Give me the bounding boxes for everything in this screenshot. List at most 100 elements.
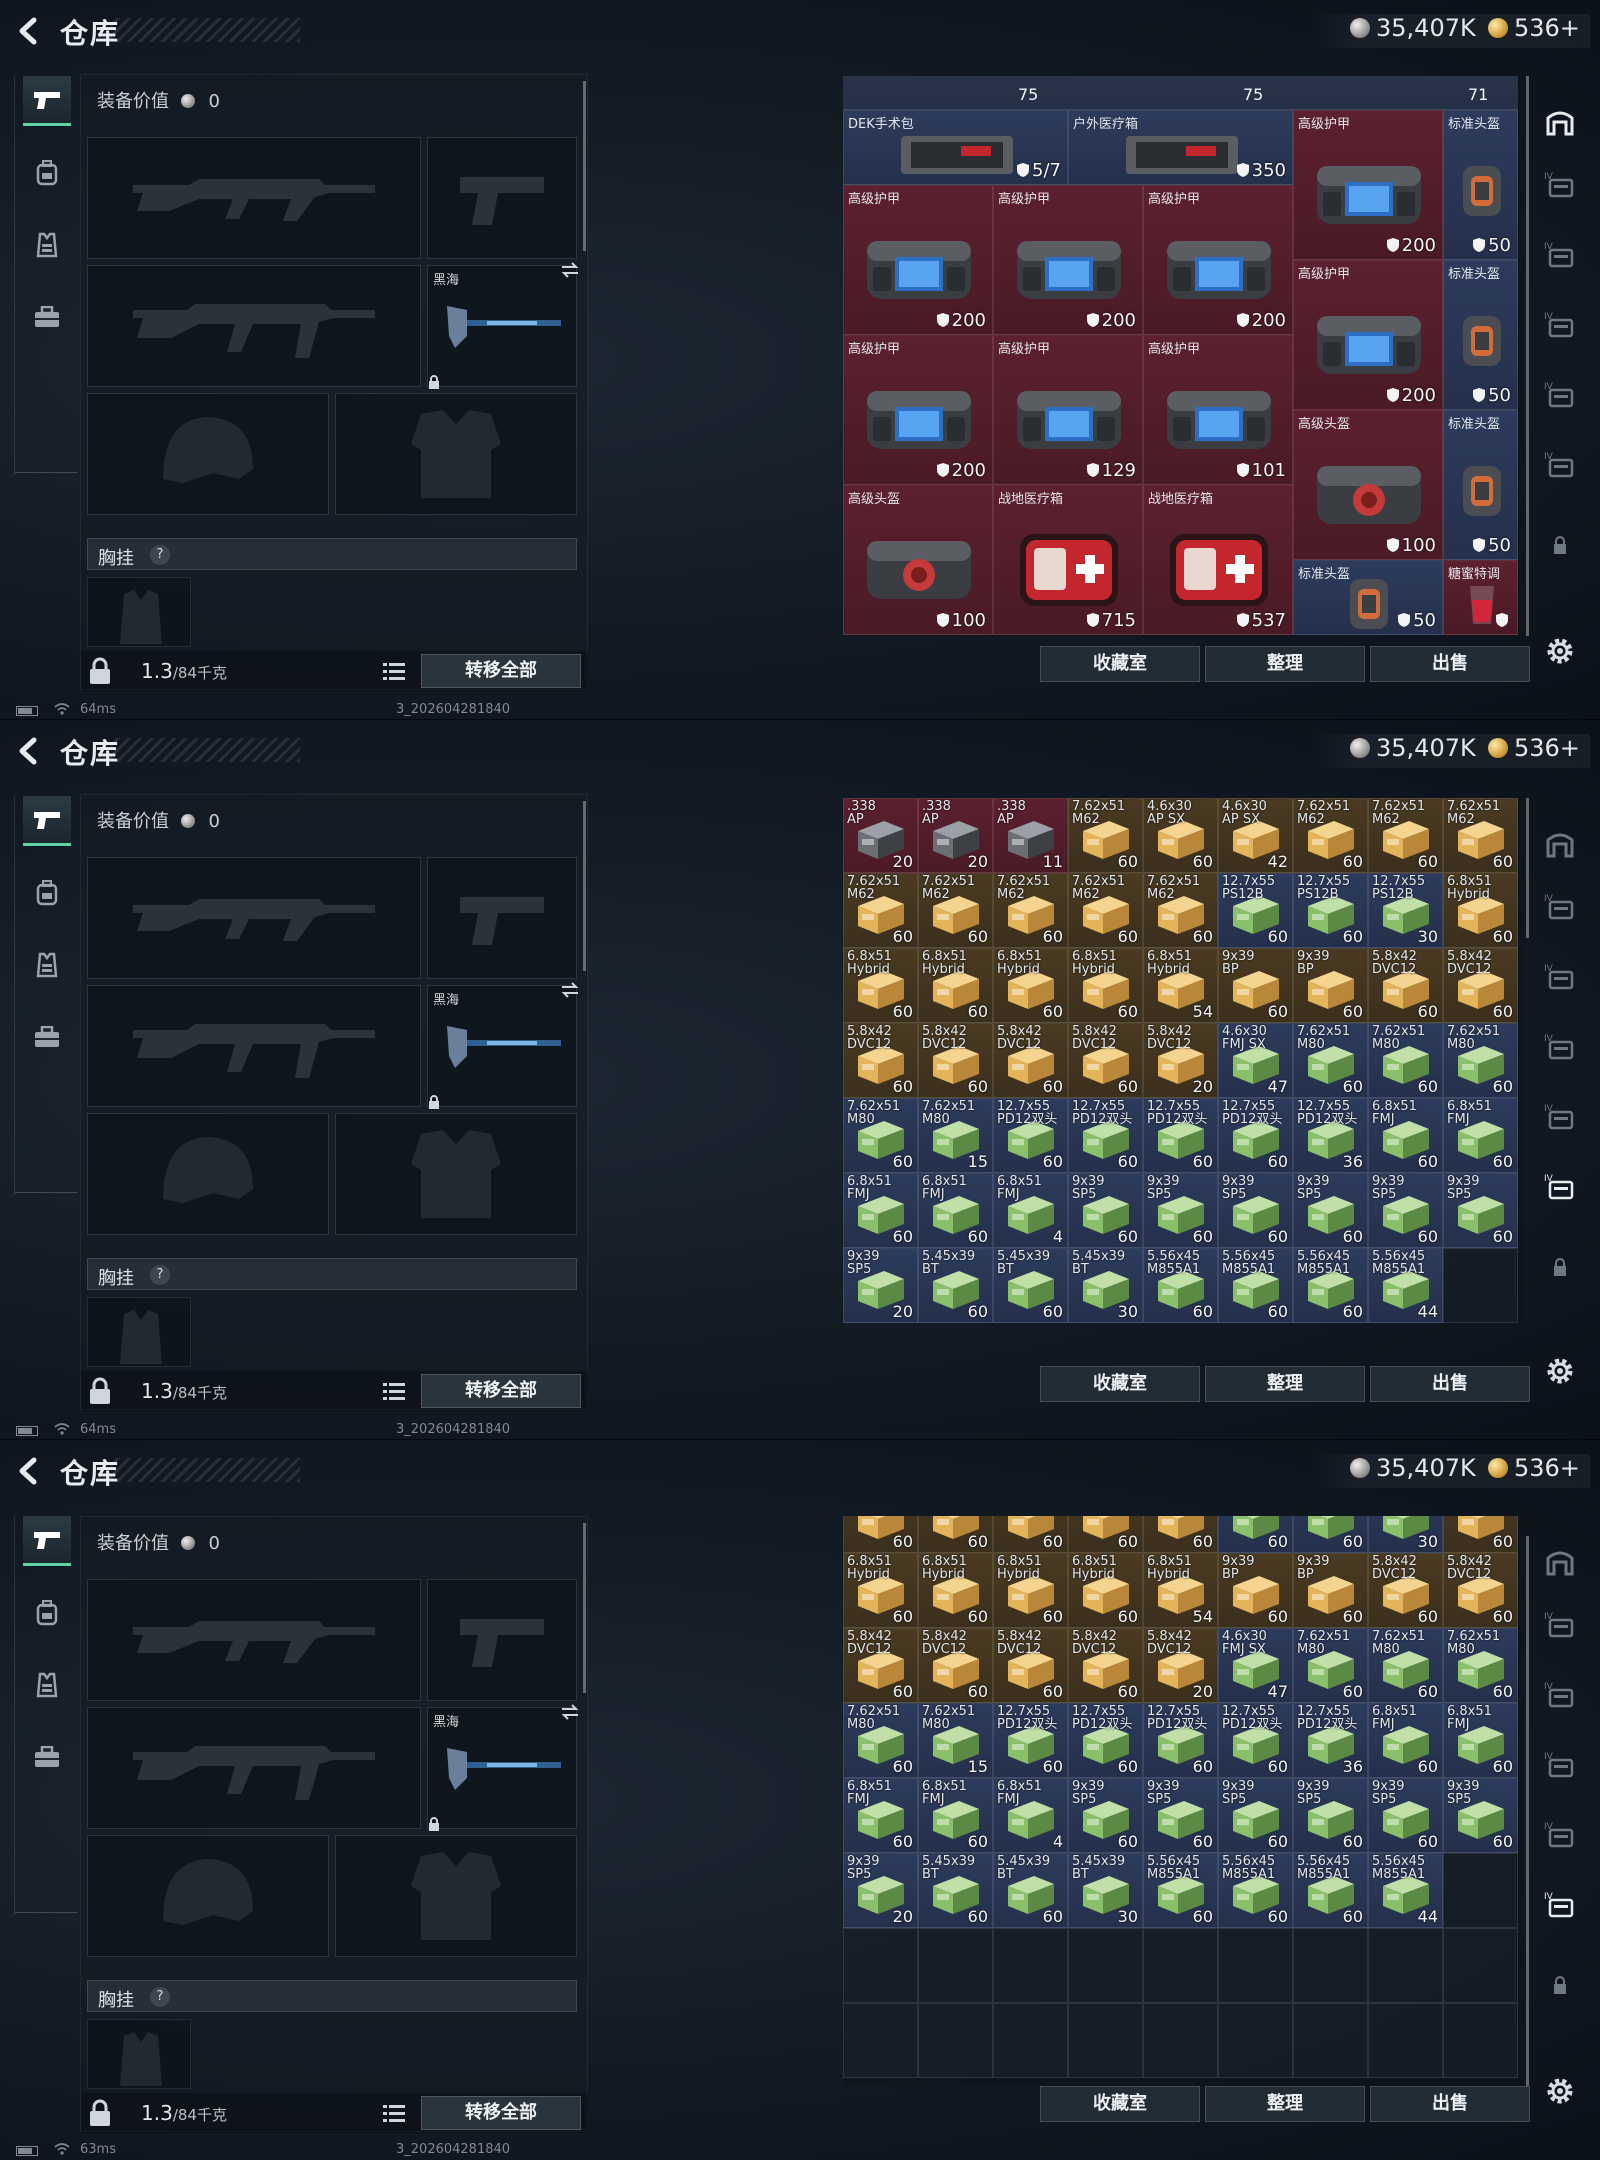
stash-page-2-icon[interactable]: IV — [1542, 238, 1578, 274]
ammo-item[interactable]: 7.62x51 M62 60 — [1068, 873, 1143, 948]
gear-item[interactable]: 高级头盔 100 — [843, 485, 993, 635]
ammo-item[interactable]: 12.7x55 PD12双头 60 — [1143, 1098, 1218, 1173]
ammo-item[interactable]: 9x39 BP 60 — [1218, 1553, 1293, 1628]
empty-stash-cell[interactable] — [918, 2003, 993, 2078]
pistol-slot[interactable] — [427, 1579, 577, 1701]
sell-button[interactable]: 出售 — [1370, 646, 1530, 682]
ammo-item[interactable]: 7.62x51 M62 60 — [1443, 798, 1518, 873]
empty-stash-cell[interactable] — [1218, 2003, 1293, 2078]
ammo-item[interactable]: 9x39 SP5 60 — [1293, 1778, 1368, 1853]
gear-item[interactable]: 高级护甲 200 — [1143, 185, 1293, 335]
ammo-item[interactable]: .338 AP 20 — [918, 798, 993, 873]
lock-icon[interactable] — [87, 657, 115, 685]
sort-button[interactable]: 整理 — [1205, 2086, 1365, 2122]
gear-item[interactable]: 高级护甲 200 — [843, 185, 993, 335]
ammo-item[interactable]: 9x39 SP5 60 — [1293, 1173, 1368, 1248]
ammo-item[interactable]: 12.7x55 PD12双头 36 — [1293, 1703, 1368, 1778]
sell-button[interactable]: 出售 — [1370, 2086, 1530, 2122]
ammo-item[interactable]: 5.8x42 DVC12 60 — [1068, 1023, 1143, 1098]
ammo-item[interactable]: 5.8x42 DVC12 60 — [1443, 948, 1518, 1023]
armor-slot[interactable] — [335, 1835, 577, 1957]
back-arrow-icon[interactable] — [14, 16, 44, 46]
ammo-item[interactable]: 6.8x51 Hybrid 60 — [843, 1553, 918, 1628]
gear-item[interactable]: DEK手术包 5/7 — [843, 110, 1068, 185]
gear-item[interactable]: 高级护甲 101 — [1143, 335, 1293, 485]
ammo-item[interactable]: 5.8x42 DVC12 60 — [918, 1023, 993, 1098]
ammo-item[interactable]: 9x39 BP 60 — [1293, 948, 1368, 1023]
ammo-item[interactable]: 6.8x51 Hybrid 54 — [1143, 948, 1218, 1023]
ammo-item[interactable]: 5.8x42 DVC12 60 — [1443, 1553, 1518, 1628]
empty-stash-cell[interactable] — [1293, 1928, 1368, 2003]
helmet-slot[interactable] — [87, 1113, 329, 1235]
ammo-item[interactable]: 9x39 SP5 60 — [1368, 1173, 1443, 1248]
stash-home-icon[interactable] — [1542, 1544, 1578, 1580]
ammo-item[interactable]: 7.62x51 M80 60 — [1443, 1628, 1518, 1703]
ammo-item[interactable]: 9x39 SP5 60 — [1218, 1173, 1293, 1248]
ammo-item[interactable]: 12.7x55 PD12双头 60 — [1068, 1098, 1143, 1173]
armor-slot[interactable] — [335, 1113, 577, 1235]
pistol-slot[interactable] — [427, 857, 577, 979]
ammo-item[interactable]: 6.8x51 FMJ 60 — [1368, 1098, 1443, 1173]
ammo-item[interactable]: 6.8x51 Hybrid 60 — [993, 1553, 1068, 1628]
ammo-item[interactable]: 7.62x51 M62 60 — [918, 873, 993, 948]
gear-item[interactable]: 标准头盔 50 — [1293, 560, 1443, 635]
stash-page-5-icon[interactable]: IV — [1542, 448, 1578, 484]
primary-weapon-slot[interactable] — [87, 857, 421, 979]
ammo-item[interactable]: 5.8x42 DVC12 20 — [1143, 1023, 1218, 1098]
empty-stash-cell[interactable] — [1443, 1853, 1518, 1928]
ammo-item[interactable]: 6.8x51 Hybrid 60 — [918, 1553, 993, 1628]
settings-gear-icon[interactable] — [1543, 2074, 1577, 2108]
transfer-all-button[interactable]: 转移全部 — [421, 654, 581, 688]
stash-home-icon[interactable] — [1542, 826, 1578, 862]
empty-stash-cell[interactable] — [918, 1928, 993, 2003]
ammo-item[interactable]: 5.45x39 BT 60 — [918, 1853, 993, 1928]
stash-page-5-icon[interactable]: IV — [1542, 1170, 1578, 1206]
ammo-item[interactable]: 5.45x39 BT 60 — [918, 1248, 993, 1323]
empty-stash-cell[interactable] — [993, 1928, 1068, 2003]
back-arrow-icon[interactable] — [14, 736, 44, 766]
ammo-item[interactable]: PS12B60 — [1293, 1516, 1368, 1553]
sell-button[interactable]: 出售 — [1370, 1366, 1530, 1402]
empty-stash-cell[interactable] — [1368, 2003, 1443, 2078]
equipment-scrollbar[interactable] — [583, 801, 586, 971]
ammo-item[interactable]: 5.8x42 DVC12 60 — [993, 1628, 1068, 1703]
stash-lock-icon[interactable] — [1542, 528, 1578, 564]
stash-scrollbar[interactable] — [1526, 76, 1529, 636]
nav-case[interactable] — [23, 1732, 71, 1782]
ammo-item[interactable]: M6260 — [993, 1516, 1068, 1553]
ammo-item[interactable]: 9x39 SP5 60 — [1068, 1778, 1143, 1853]
empty-stash-cell[interactable] — [1143, 2003, 1218, 2078]
help-icon[interactable]: ? — [150, 1987, 170, 2007]
ammo-item[interactable]: 6.8x51 FMJ 60 — [918, 1173, 993, 1248]
equipment-scrollbar[interactable] — [583, 81, 586, 251]
melee-slot[interactable]: 黑海 — [427, 1704, 579, 1831]
ammo-item[interactable]: 7.62x51 M80 60 — [1293, 1628, 1368, 1703]
ammo-item[interactable]: M6260 — [1143, 1516, 1218, 1553]
ammo-item[interactable]: 12.7x55 PD12双头 60 — [1143, 1703, 1218, 1778]
pistol-slot[interactable] — [427, 137, 577, 259]
secondary-weapon-slot[interactable] — [87, 265, 421, 387]
ammo-item[interactable]: 5.8x42 DVC12 60 — [918, 1628, 993, 1703]
ammo-item[interactable]: .338 AP 11 — [993, 798, 1068, 873]
gear-item[interactable]: 高级护甲 200 — [1293, 110, 1443, 260]
ammo-item[interactable]: 6.8x51 Hybrid 60 — [918, 948, 993, 1023]
empty-stash-cell[interactable] — [1443, 2003, 1518, 2078]
ammo-item[interactable]: 4.6x30 AP SX 60 — [1143, 798, 1218, 873]
nav-weapons[interactable] — [23, 796, 71, 846]
ammo-item[interactable]: 9x39 SP5 60 — [1218, 1778, 1293, 1853]
ammo-item[interactable]: 7.62x51 M80 15 — [918, 1098, 993, 1173]
gold-currency[interactable]: 536+ — [1488, 14, 1580, 42]
gear-item[interactable]: 战地医疗箱 715 — [993, 485, 1143, 635]
ammo-item[interactable]: 6.8x51 FMJ 4 — [993, 1173, 1068, 1248]
ammo-item[interactable]: 4.6x30 AP SX 42 — [1218, 798, 1293, 873]
ammo-item[interactable]: 7.62x51 M62 60 — [1368, 798, 1443, 873]
ammo-item[interactable]: 5.56x45 M855A1 60 — [1143, 1248, 1218, 1323]
gear-item[interactable]: 高级护甲 200 — [993, 185, 1143, 335]
melee-slot[interactable]: 黑海 — [427, 262, 579, 389]
gear-item[interactable]: 高级头盔 100 — [1293, 410, 1443, 560]
ammo-item[interactable]: 6.8x51 Hybrid 60 — [993, 948, 1068, 1023]
chest-rig-slot[interactable] — [87, 577, 191, 647]
ammo-item[interactable]: Hybrid60 — [1443, 1516, 1518, 1553]
ammo-item[interactable]: 9x39 BP 60 — [1293, 1553, 1368, 1628]
nav-backpack[interactable] — [23, 148, 71, 198]
